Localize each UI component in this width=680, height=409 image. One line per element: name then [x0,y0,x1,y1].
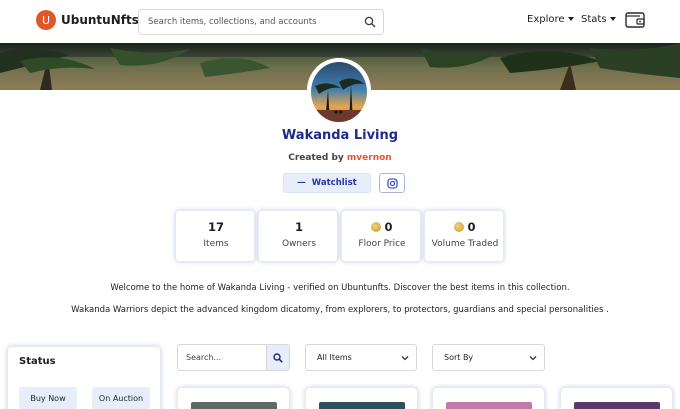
instagram-button[interactable] [379,173,405,193]
stat-volume-traded-value-wrap: 0 [425,220,505,234]
stat-items-label: Items [203,239,229,249]
items-search-button[interactable] [266,345,289,370]
nav-stats-label: Stats [581,14,607,25]
nav-explore[interactable]: Explore [527,14,574,25]
stat-volume-traded-label: Volume Traded [431,239,499,249]
sort-select-value: Sort By [444,353,474,362]
stat-owners: 1 Owners [258,210,338,262]
chevron-down-icon [609,17,616,21]
search-icon [273,352,283,363]
collection-description-1: Welcome to the home of Wakanda Living - … [110,283,570,293]
wallet-icon[interactable] [625,11,645,29]
items-select[interactable]: All Items [305,344,417,371]
brand-logo[interactable]: U UbuntuNfts [36,10,139,30]
created-by-label: Created by [288,153,344,163]
status-filter-panel: Status Buy Now On Auction [7,346,161,409]
nft-card[interactable] [177,387,290,409]
stat-items-value: 17 [207,220,224,234]
stat-floor-price-value: 0 [384,220,393,234]
instagram-icon [386,177,398,189]
items-select-value: All Items [317,353,352,362]
sort-select[interactable]: Sort By [432,344,545,371]
status-title: Status [19,356,56,367]
items-search-placeholder: Search... [186,353,222,362]
stat-volume-traded-value: 0 [467,220,476,234]
nft-card[interactable] [432,387,545,409]
search-icon[interactable] [364,16,376,28]
items-search-input[interactable]: Search... [177,344,290,371]
watchlist-button[interactable]: — Watchlist [283,173,371,193]
collection-image [311,62,367,122]
collection-title: Wakanda Living [281,128,399,143]
minus-icon: — [297,178,306,188]
nav-stats[interactable]: Stats [581,14,616,25]
nft-card-image [191,402,277,409]
logo-icon: U [36,10,56,30]
coin-icon [371,221,382,232]
search-input[interactable]: Search items, collections, and accounts [138,9,384,35]
buy-now-button[interactable]: Buy Now [19,387,77,409]
chevron-down-icon [567,17,574,21]
created-by: Created by mvernon [0,153,680,163]
stat-owners-value: 1 [294,220,303,234]
chevron-down-icon [401,356,409,361]
chevron-down-icon [529,356,537,361]
stat-floor-price: 0 Floor Price [341,210,421,262]
top-navbar: U UbuntuNfts Search items, collections, … [0,0,680,43]
stat-owners-label: Owners [281,239,317,249]
stat-items: 17 Items [175,210,255,262]
stat-floor-price-value-wrap: 0 [342,220,422,234]
collection-description-2: Wakanda Warriors depict the advanced kin… [71,305,609,315]
brand-name: UbuntuNfts [61,13,139,27]
stat-volume-traded: 0 Volume Traded [424,210,504,262]
nav-explore-label: Explore [527,14,565,25]
nft-card[interactable] [305,387,418,409]
search-placeholder: Search items, collections, and accounts [148,17,317,27]
creator-link[interactable]: mvernon [347,153,392,163]
coin-icon [454,221,465,232]
nft-card-image [574,402,660,409]
collection-avatar [307,58,371,122]
stat-floor-price-label: Floor Price [358,239,406,249]
nft-card[interactable] [560,387,673,409]
nft-card-image [319,402,405,409]
nft-card-image [446,402,532,409]
watchlist-label: Watchlist [311,178,357,188]
on-auction-button[interactable]: On Auction [92,387,150,409]
